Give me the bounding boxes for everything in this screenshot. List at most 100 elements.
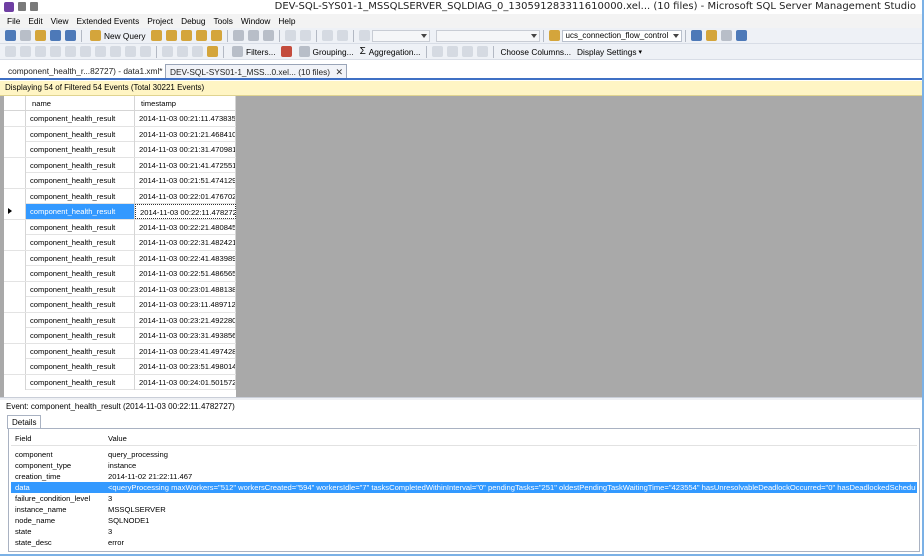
table-row[interactable]: component_health_result 2014-11-03 00:22:… [4, 266, 236, 282]
details-row[interactable]: state 3 [11, 526, 917, 537]
navigate-back-icon[interactable] [321, 30, 333, 41]
cell-name[interactable]: component_health_result [26, 173, 135, 188]
show-events-icon[interactable] [20, 46, 31, 57]
table-row[interactable]: component_health_result 2014-11-03 00:23:… [4, 359, 236, 375]
cell-name[interactable]: component_health_result [26, 328, 135, 343]
save-all-icon[interactable] [65, 30, 76, 41]
column-header-field[interactable]: Field [15, 431, 31, 446]
expand-all-icon[interactable] [432, 46, 444, 57]
table-row[interactable]: component_health_result 2014-11-03 00:23:… [4, 297, 236, 313]
cell-name[interactable]: component_health_result [26, 359, 135, 374]
row-header[interactable] [4, 266, 26, 281]
row-header[interactable] [4, 235, 26, 250]
row-header[interactable] [4, 111, 26, 126]
find-in-files-icon[interactable] [548, 30, 560, 41]
cell-timestamp[interactable]: 2014-11-03 00:22:31.4824214 [135, 235, 236, 250]
cell-name[interactable]: component_health_result [26, 281, 135, 297]
auto-scroll-icon[interactable] [192, 46, 203, 57]
table-row[interactable]: component_health_result 2014-11-03 00:21:… [4, 126, 236, 142]
object-explorer-icon[interactable] [705, 30, 717, 41]
toolbox-icon[interactable] [720, 30, 732, 41]
details-row[interactable]: state_desc error [11, 537, 917, 548]
table-row[interactable]: component_health_result 2014-11-03 00:21:… [4, 111, 236, 127]
undo-icon[interactable] [284, 30, 296, 41]
display-settings-button[interactable]: Display Settings ▾ [574, 47, 645, 57]
row-header[interactable] [4, 188, 26, 204]
cell-name[interactable]: component_health_result [26, 297, 135, 312]
table-row[interactable]: component_health_result 2014-11-03 00:24:… [4, 374, 236, 390]
cell-name[interactable]: component_health_result [26, 266, 135, 281]
open-file-icon[interactable] [35, 30, 46, 41]
next-bookmark-icon[interactable] [95, 46, 106, 57]
column-header-value[interactable]: Value [108, 431, 127, 446]
cell-name[interactable]: component_health_result [26, 312, 135, 328]
export-icon[interactable] [477, 46, 489, 57]
show-table-icon[interactable] [50, 46, 61, 57]
cut-icon[interactable] [232, 30, 244, 41]
table-row[interactable]: component_health_result 2014-11-03 00:23:… [4, 281, 236, 297]
table-row[interactable]: component_health_result 2014-11-03 00:23:… [4, 312, 236, 328]
collapse-all-icon[interactable] [447, 46, 459, 57]
details-row[interactable]: node_name SQLNODE1 [11, 515, 917, 526]
row-header[interactable] [4, 204, 26, 219]
menu-project[interactable]: Project [143, 14, 177, 28]
cell-name[interactable]: component_health_result [26, 142, 135, 157]
grouping-button[interactable]: Grouping... [294, 46, 357, 57]
menu-edit[interactable]: Edit [24, 14, 46, 28]
filters-button[interactable]: Filters... [227, 46, 279, 57]
save-icon[interactable] [50, 30, 61, 41]
cell-name[interactable]: component_health_result [26, 219, 135, 235]
event-field-dropdown[interactable]: ucs_connection_flow_control [561, 29, 682, 42]
row-header[interactable] [4, 312, 26, 328]
row-header[interactable] [4, 250, 26, 266]
table-row[interactable]: component_health_result 2014-11-03 00:21:… [4, 157, 236, 173]
table-row[interactable]: component_health_result 2014-11-03 00:22:… [4, 250, 236, 266]
row-header[interactable] [4, 297, 26, 312]
table-row[interactable]: component_health_result 2014-11-03 00:23:… [4, 343, 236, 359]
tab-xel-files[interactable]: DEV-SQL-SYS01-1_MSS...0.xel... (10 files… [165, 64, 348, 78]
row-header[interactable] [4, 173, 26, 188]
cell-name[interactable]: component_health_result [26, 374, 135, 390]
row-header[interactable] [4, 281, 26, 297]
menu-window[interactable]: Window [237, 14, 275, 28]
cell-timestamp[interactable]: 2014-11-03 00:23:01.4881381 [135, 281, 236, 297]
cell-timestamp[interactable]: 2014-11-03 00:24:01.5015726 [135, 374, 236, 390]
row-header[interactable] [4, 328, 26, 343]
table-row[interactable]: component_health_result 2014-11-03 00:23:… [4, 328, 236, 344]
cell-timestamp[interactable]: 2014-11-03 00:22:11.4782727 [135, 204, 236, 219]
menu-help[interactable]: Help [274, 14, 299, 28]
bookmark-icon[interactable] [80, 46, 91, 57]
cell-timestamp[interactable]: 2014-11-03 00:23:11.4897120 [135, 297, 236, 312]
analysis-query-icon[interactable] [165, 30, 177, 41]
cell-name[interactable]: component_health_result [26, 111, 135, 126]
table-row[interactable]: component_health_result 2014-11-03 00:22:… [4, 204, 236, 220]
play-icon[interactable] [162, 46, 173, 57]
cell-timestamp[interactable]: 2014-11-03 00:22:41.4839894 [135, 250, 236, 266]
row-header[interactable] [4, 219, 26, 235]
menu-debug[interactable]: Debug [177, 14, 209, 28]
details-row[interactable]: component_type instance [11, 460, 917, 471]
copy-icon[interactable] [247, 30, 259, 41]
cell-timestamp[interactable]: 2014-11-03 00:23:21.4922804 [135, 312, 236, 328]
table-row[interactable]: component_health_result 2014-11-03 00:22:… [4, 219, 236, 235]
menu-tools[interactable]: Tools [210, 14, 237, 28]
menu-file[interactable]: File [3, 14, 24, 28]
cell-name[interactable]: component_health_result [26, 343, 135, 359]
tab-details[interactable]: Details [7, 415, 42, 429]
xmla-query-icon[interactable] [195, 30, 207, 41]
dmx-query-icon[interactable] [210, 30, 222, 41]
cell-timestamp[interactable]: 2014-11-03 00:22:21.4808455 [135, 219, 236, 235]
row-header[interactable] [4, 374, 26, 390]
solution-platform-dropdown[interactable] [435, 29, 540, 42]
navigate-forward-icon[interactable] [336, 30, 348, 41]
tab-data1-xml[interactable]: component_health_r...82727) - data1.xml* [4, 64, 167, 78]
row-header[interactable] [4, 343, 26, 359]
options-icon[interactable] [735, 30, 747, 41]
details-row[interactable]: failure_condition_level 3 [11, 493, 917, 504]
cell-timestamp[interactable]: 2014-11-03 00:23:51.4980143 [135, 359, 236, 374]
menu-extended-events[interactable]: Extended Events [73, 14, 144, 28]
database-engine-query-icon[interactable] [150, 30, 162, 41]
table-row[interactable]: component_health_result 2014-11-03 00:21:… [4, 173, 236, 189]
new-query-button[interactable]: New Query [85, 30, 149, 41]
show-details-icon[interactable] [35, 46, 46, 57]
